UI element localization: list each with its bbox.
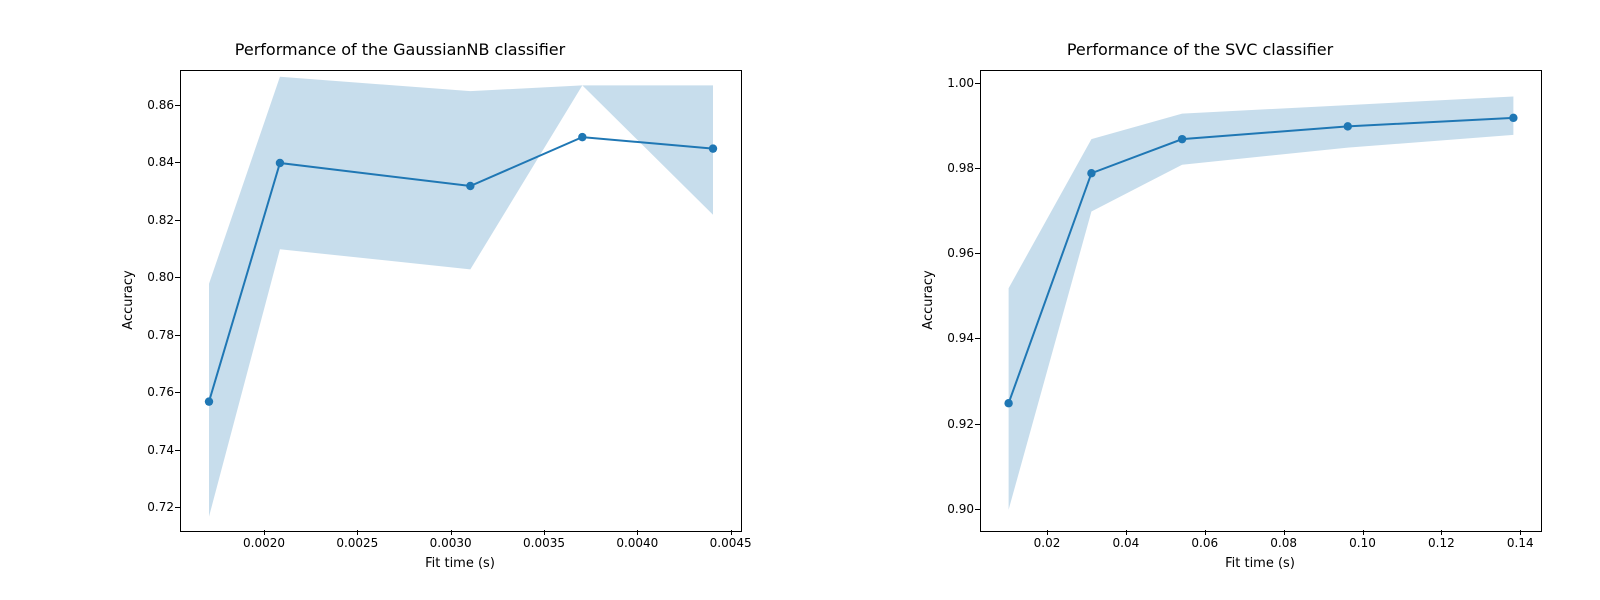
x-tick-mark [1126, 530, 1127, 535]
y-axis-label: Accuracy [121, 70, 141, 530]
y-tick-label: 0.86 [147, 98, 174, 112]
data-marker [1004, 399, 1012, 407]
chart-gaussiannb: Performance of the GaussianNB classifier… [0, 0, 800, 600]
x-tick-mark [1520, 530, 1521, 535]
y-tick-mark [175, 450, 180, 451]
x-tick-label: 0.0030 [430, 536, 472, 550]
y-tick-mark [975, 168, 980, 169]
y-axis-label: Accuracy [921, 70, 941, 530]
x-tick-mark [357, 530, 358, 535]
x-tick-label: 0.06 [1191, 536, 1218, 550]
x-tick-label: 0.12 [1428, 536, 1455, 550]
x-tick-mark [1441, 530, 1442, 535]
x-tick-label: 0.0035 [523, 536, 565, 550]
x-tick-mark [1205, 530, 1206, 535]
axes-area [180, 70, 742, 532]
plot-svg [981, 71, 1541, 531]
x-tick-mark [1284, 530, 1285, 535]
x-tick-label: 0.10 [1349, 536, 1376, 550]
y-tick-label: 0.74 [147, 443, 174, 457]
y-tick-label: 0.78 [147, 328, 174, 342]
axes-area [980, 70, 1542, 532]
data-marker [1509, 114, 1517, 122]
y-tick-label: 0.90 [947, 502, 974, 516]
y-tick-mark [175, 162, 180, 163]
y-tick-mark [975, 83, 980, 84]
y-tick-label: 0.94 [947, 331, 974, 345]
data-marker [578, 133, 586, 141]
y-tick-label: 0.72 [147, 500, 174, 514]
data-marker [1087, 169, 1095, 177]
y-tick-mark [175, 105, 180, 106]
confidence-band [1009, 97, 1514, 510]
y-tick-label: 0.96 [947, 246, 974, 260]
y-tick-mark [175, 335, 180, 336]
x-tick-mark [451, 530, 452, 535]
figure: Performance of the GaussianNB classifier… [0, 0, 1600, 600]
y-tick-label: 0.80 [147, 270, 174, 284]
chart-title: Performance of the GaussianNB classifier [0, 40, 800, 59]
chart-title: Performance of the SVC classifier [800, 40, 1600, 59]
x-tick-mark [731, 530, 732, 535]
x-tick-label: 0.0025 [336, 536, 378, 550]
y-tick-mark [975, 338, 980, 339]
x-tick-label: 0.0045 [710, 536, 752, 550]
x-tick-mark [1363, 530, 1364, 535]
y-tick-mark [975, 424, 980, 425]
y-tick-label: 0.76 [147, 385, 174, 399]
data-marker [709, 144, 717, 152]
x-axis-label: Fit time (s) [980, 556, 1540, 571]
y-tick-label: 0.92 [947, 417, 974, 431]
x-tick-label: 0.08 [1270, 536, 1297, 550]
plot-svg [181, 71, 741, 531]
y-tick-mark [975, 253, 980, 254]
y-tick-mark [975, 509, 980, 510]
x-tick-label: 0.14 [1507, 536, 1534, 550]
x-tick-mark [1047, 530, 1048, 535]
chart-svc: Performance of the SVC classifier Accura… [800, 0, 1600, 600]
x-tick-label: 0.0040 [616, 536, 658, 550]
x-tick-mark [637, 530, 638, 535]
x-tick-mark [264, 530, 265, 535]
data-marker [276, 159, 284, 167]
data-marker [205, 397, 213, 405]
y-tick-mark [175, 220, 180, 221]
x-tick-label: 0.04 [1113, 536, 1140, 550]
y-tick-label: 0.84 [147, 155, 174, 169]
x-axis-label: Fit time (s) [180, 556, 740, 571]
y-tick-label: 0.82 [147, 213, 174, 227]
y-tick-label: 1.00 [947, 76, 974, 90]
data-marker [1178, 135, 1186, 143]
x-tick-label: 0.0020 [243, 536, 285, 550]
x-tick-mark [544, 530, 545, 535]
y-tick-mark [175, 392, 180, 393]
y-tick-mark [175, 277, 180, 278]
y-tick-label: 0.98 [947, 161, 974, 175]
x-tick-label: 0.02 [1034, 536, 1061, 550]
data-marker [466, 182, 474, 190]
y-tick-mark [175, 507, 180, 508]
data-marker [1344, 122, 1352, 130]
